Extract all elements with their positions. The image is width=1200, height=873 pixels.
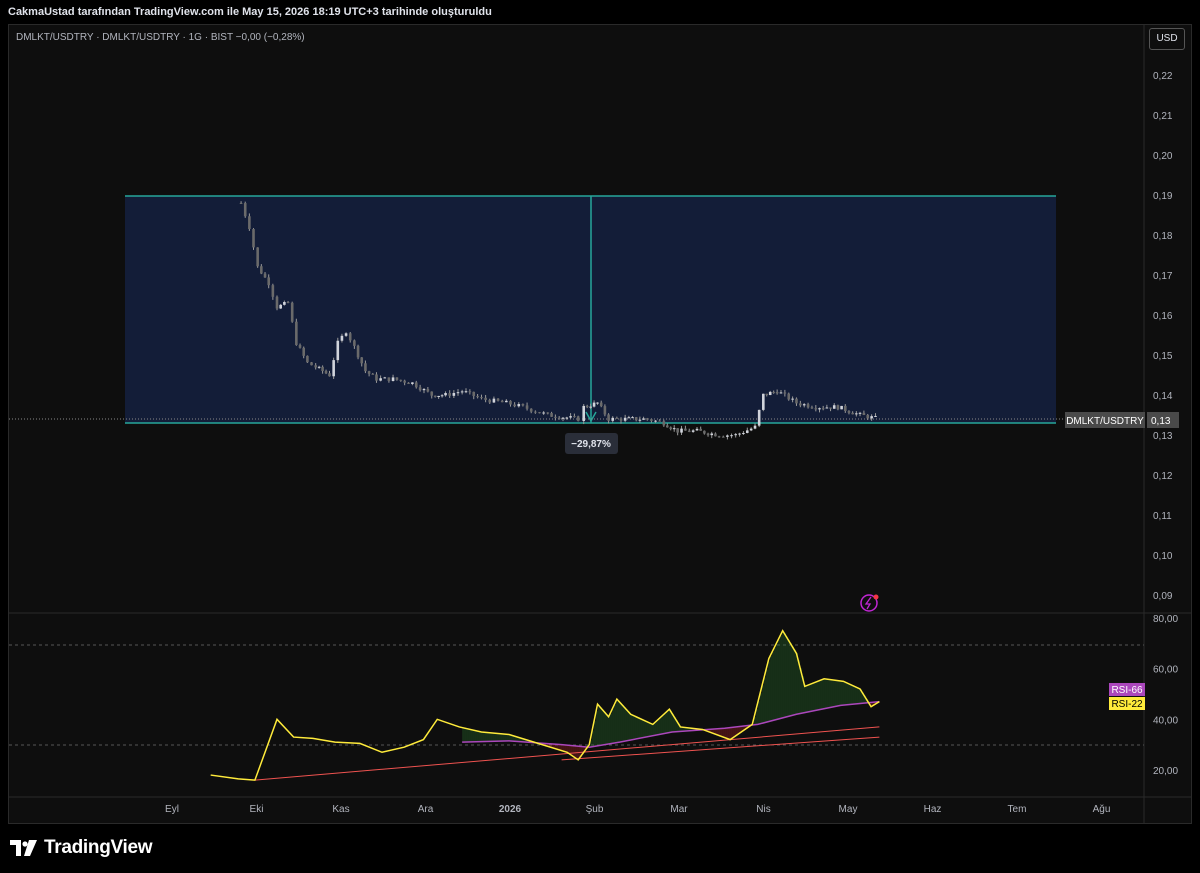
- chart-caption: CakmaUstad tarafından TradingView.com il…: [0, 0, 1200, 24]
- chart-frame: [8, 24, 1192, 824]
- symbol-info[interactable]: DMLKT/USDTRY · DMLKT/USDTRY · 1G · BIST …: [16, 32, 305, 43]
- currency-button[interactable]: USD: [1149, 28, 1185, 50]
- tradingview-logo[interactable]: TradingView: [10, 836, 153, 860]
- tradingview-logo-icon: [10, 840, 37, 856]
- brand-name: TradingView: [44, 837, 153, 858]
